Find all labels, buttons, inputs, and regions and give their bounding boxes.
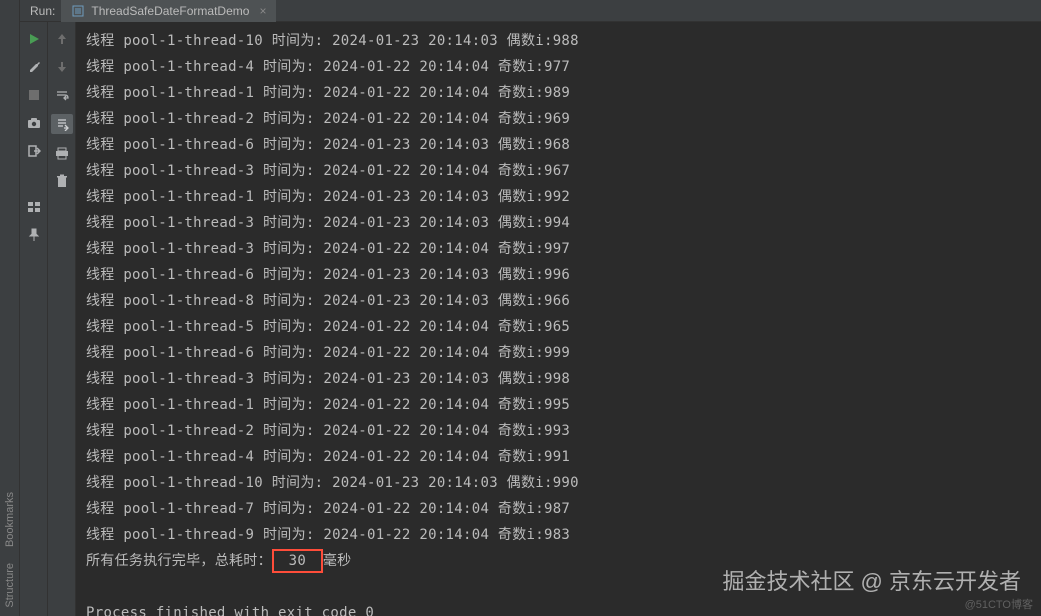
close-tab-icon[interactable]: × [259,4,266,18]
console-line: 线程 pool-1-thread-9 时间为: 2024-01-22 20:14… [86,522,1031,548]
stop-icon[interactable] [25,86,43,104]
console-line: 线程 pool-1-thread-10 时间为: 2024-01-23 20:1… [86,28,1031,54]
console-line: 线程 pool-1-thread-2 时间为: 2024-01-22 20:14… [86,418,1031,444]
run-panel: Run: ThreadSafeDateFormatDemo × [20,0,1041,616]
wrench-icon[interactable] [25,58,43,76]
console-line: 线程 pool-1-thread-2 时间为: 2024-01-22 20:14… [86,106,1031,132]
run-toolbar-primary [20,22,48,616]
exit-icon[interactable] [25,142,43,160]
console-line: 线程 pool-1-thread-1 时间为: 2024-01-22 20:14… [86,80,1031,106]
console-line: 线程 pool-1-thread-1 时间为: 2024-01-22 20:14… [86,392,1031,418]
elapsed-time-highlight: 30 [272,549,323,573]
pin-icon[interactable] [25,226,43,244]
console-line: 线程 pool-1-thread-4 时间为: 2024-01-22 20:14… [86,444,1031,470]
console-line: 线程 pool-1-thread-7 时间为: 2024-01-22 20:14… [86,496,1031,522]
console-line: 线程 pool-1-thread-1 时间为: 2024-01-23 20:14… [86,184,1031,210]
console-line: 线程 pool-1-thread-3 时间为: 2024-01-22 20:14… [86,158,1031,184]
console-line: 线程 pool-1-thread-6 时间为: 2024-01-23 20:14… [86,132,1031,158]
down-arrow-icon[interactable] [53,58,71,76]
run-header: Run: ThreadSafeDateFormatDemo × [20,0,1041,22]
trash-icon[interactable] [53,172,71,190]
up-arrow-icon[interactable] [53,30,71,48]
console-line: 线程 pool-1-thread-6 时间为: 2024-01-23 20:14… [86,262,1031,288]
console-line: 线程 pool-1-thread-5 时间为: 2024-01-22 20:14… [86,314,1031,340]
summary-line: 所有任务执行完毕，总耗时： 30 毫秒 [86,548,1031,574]
print-icon[interactable] [53,144,71,162]
console-line: 线程 pool-1-thread-3 时间为: 2024-01-23 20:14… [86,366,1031,392]
run-config-tab[interactable]: ThreadSafeDateFormatDemo × [61,0,276,22]
console-line: 线程 pool-1-thread-8 时间为: 2024-01-23 20:14… [86,288,1031,314]
console-line: 线程 pool-1-thread-4 时间为: 2024-01-22 20:14… [86,54,1031,80]
bookmarks-tab[interactable]: Bookmarks [2,484,18,555]
exit-line: Process finished with exit code 0 [86,600,1031,616]
layout-icon[interactable] [25,198,43,216]
console-line: 线程 pool-1-thread-10 时间为: 2024-01-23 20:1… [86,470,1031,496]
run-tab-name: ThreadSafeDateFormatDemo [91,4,249,18]
rerun-icon[interactable] [25,30,43,48]
console-output[interactable]: 线程 pool-1-thread-10 时间为: 2024-01-23 20:1… [76,22,1041,616]
run-toolbar-secondary [48,22,76,616]
console-line: 线程 pool-1-thread-3 时间为: 2024-01-22 20:14… [86,236,1031,262]
blank-line [86,574,1031,600]
scroll-to-end-icon[interactable] [51,114,73,134]
run-config-icon [71,4,85,18]
ide-left-sidebar: Bookmarks Structure [0,0,20,616]
camera-icon[interactable] [25,114,43,132]
console-line: 线程 pool-1-thread-3 时间为: 2024-01-23 20:14… [86,210,1031,236]
console-line: 线程 pool-1-thread-6 时间为: 2024-01-22 20:14… [86,340,1031,366]
run-body: 线程 pool-1-thread-10 时间为: 2024-01-23 20:1… [20,22,1041,616]
structure-tab[interactable]: Structure [2,555,18,616]
run-label: Run: [24,4,61,18]
soft-wrap-icon[interactable] [53,86,71,104]
